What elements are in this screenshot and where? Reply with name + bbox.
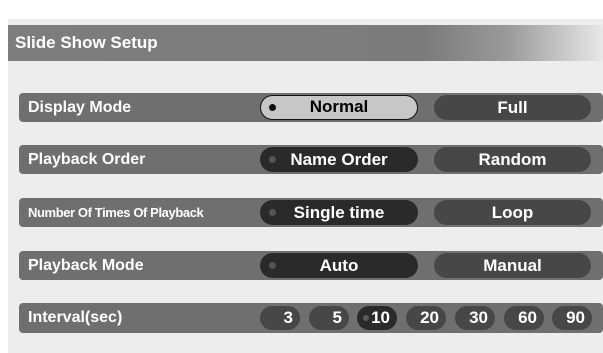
interval-60-button[interactable]: 60 [504,306,544,330]
playback-order-name-order-button[interactable]: Name Order [260,147,418,172]
playback-mode-label: Playback Mode [28,257,144,274]
interval-90-button[interactable]: 90 [552,306,592,330]
selected-indicator-icon [269,156,276,163]
display-mode-row: Display Mode Normal Full [19,93,603,122]
playback-mode-row: Playback Mode Auto Manual [19,251,603,280]
interval-20-button[interactable]: 20 [406,306,446,330]
selected-indicator-icon [269,209,276,216]
page-title: Slide Show Setup [8,25,603,61]
playback-order-label: Playback Order [28,151,146,168]
interval-row: Interval(sec) 3 5 10 20 30 60 90 [19,303,603,333]
number-of-times-row: Number Of Times Of Playback Single time … [19,198,603,227]
interval-10-button[interactable]: 10 [357,306,397,330]
display-mode-full-button[interactable]: Full [434,95,591,120]
playback-mode-manual-button[interactable]: Manual [434,253,591,278]
slide-show-setup-screen: Slide Show Setup Display Mode Normal Ful… [8,19,603,353]
interval-label: Interval(sec) [28,309,123,326]
playback-mode-auto-button[interactable]: Auto [260,253,418,278]
interval-5-button[interactable]: 5 [309,306,349,330]
playback-loop-button[interactable]: Loop [434,200,591,225]
display-mode-label: Display Mode [28,99,132,116]
interval-30-button[interactable]: 30 [455,306,495,330]
selected-indicator-icon [268,103,276,111]
interval-3-button[interactable]: 3 [260,306,300,330]
number-of-times-label: Number Of Times Of Playback [28,205,204,220]
playback-order-row: Playback Order Name Order Random [19,145,603,174]
selected-indicator-icon [269,262,276,269]
playback-single-time-button[interactable]: Single time [260,200,418,225]
playback-order-random-button[interactable]: Random [434,147,591,172]
selected-indicator-icon [363,314,369,321]
display-mode-normal-button[interactable]: Normal [260,95,418,120]
